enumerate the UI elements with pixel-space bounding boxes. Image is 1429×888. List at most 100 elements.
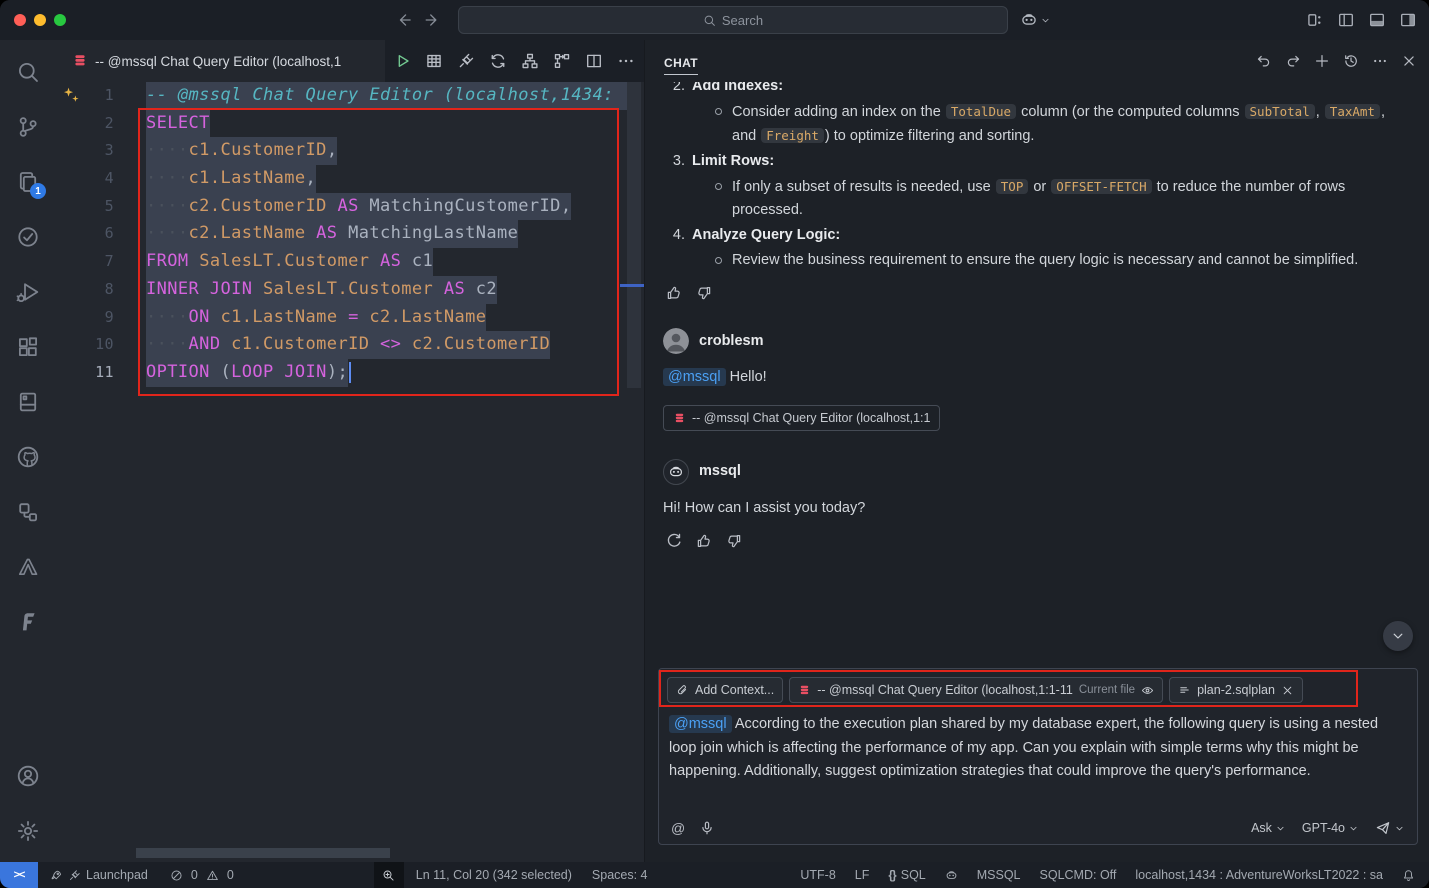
estimated-plan-button[interactable] [521,52,539,70]
chat-input-box[interactable]: Add Context...-- @mssql Chat Query Edito… [658,668,1418,845]
list-item: 2.Add Indexes: [663,82,1407,98]
code-editor[interactable]: 1-- @mssql Chat Query Editor (localhost,… [56,82,645,387]
eol[interactable]: LF [855,868,870,882]
encoding[interactable]: UTF-8 [800,868,835,882]
mssql-status[interactable]: MSSQL [977,868,1021,882]
activity-item-source-control[interactable] [4,103,52,151]
send-button[interactable] [1375,820,1405,836]
maximize-window-button[interactable] [54,14,66,26]
remote-indicator[interactable]: >< [0,862,38,888]
helpful-button[interactable] [695,532,713,550]
current-file-context-chip[interactable]: -- @mssql Chat Query Editor (localhost,1… [789,677,1163,703]
activity-item-settings[interactable] [4,807,52,855]
activity-item-data-workspace[interactable] [4,488,52,536]
editor-tab[interactable]: -- @mssql Chat Query Editor (localhost,1 [56,40,385,82]
data-workspace-icon [16,500,40,524]
minimize-window-button[interactable] [34,14,46,26]
launchpad[interactable]: Launchpad [50,868,148,882]
mssql-status-label: MSSQL [977,868,1021,882]
bot-name: mssql [699,460,741,483]
helpful-button[interactable] [665,284,683,302]
command-center-search[interactable]: Search [458,6,1008,34]
activity-item-files[interactable]: 1 [4,158,52,206]
sqlplan-context-chip[interactable]: plan-2.sqlplan [1169,677,1303,703]
editor-horizontal-scrollbar[interactable] [136,848,390,858]
language-mode[interactable]: {}SQL [888,868,925,882]
history-button[interactable] [1343,53,1359,69]
chat-message-list[interactable]: 2.Add Indexes:Consider adding an index o… [645,82,1429,660]
send-icon [1375,820,1391,836]
disconnect-button[interactable] [457,52,475,70]
line-number: 2 [56,110,140,138]
zoom-in-icon [382,869,395,882]
new-chat-button[interactable] [1314,53,1330,69]
more-button[interactable] [1372,53,1388,69]
forward-button[interactable] [424,11,442,29]
database-projects-icon [16,390,40,414]
customize-layout-button[interactable] [1306,11,1324,29]
eye-icon[interactable] [1141,684,1154,697]
toggle-panel-button[interactable] [1368,11,1386,29]
code-line-7: 7FROM SalesLT.Customer AS c1 [56,248,645,276]
inline-code-chip: OFFSET-FETCH [1051,179,1151,194]
chat-header: CHAT [645,40,1429,82]
activity-item-testing[interactable] [4,213,52,261]
search-placeholder: Search [722,13,763,28]
cursor-position[interactable]: Ln 11, Col 20 (342 selected) [416,868,572,882]
activity-item-github[interactable] [4,433,52,481]
list-item-number: 2. [663,82,685,98]
activity-item-fabric[interactable] [4,598,52,646]
chat-input-text[interactable]: @mssql According to the execution plan s… [659,703,1417,784]
connection[interactable]: localhost,1434 : AdventureWorksLT2022 : … [1135,868,1383,882]
copilot-menu[interactable] [1020,11,1051,29]
add-context-chip[interactable]: Add Context... [667,677,783,703]
zoom-indicator[interactable] [374,862,404,888]
more-actions-button[interactable] [617,52,635,70]
user-name: croblesm [699,330,763,353]
indentation[interactable]: Spaces: 4 [592,868,648,882]
editor-vertical-scrollbar[interactable] [627,82,641,388]
model-picker[interactable]: GPT-4o [1302,821,1359,835]
activity-item-run-debug[interactable] [4,268,52,316]
actual-plan-button[interactable] [553,52,571,70]
back-button[interactable] [396,11,414,29]
activity-item-search[interactable] [4,48,52,96]
inline-code-chip: TotalDue [946,104,1016,119]
code-line-9: 9····ON c1.LastName = c2.LastName [56,304,645,332]
copilot-status[interactable] [945,869,958,882]
sqlcmd[interactable]: SQLCMD: Off [1040,868,1117,882]
activity-item-azure[interactable] [4,543,52,591]
bullet-icon [715,257,722,264]
database-icon [673,412,686,425]
microphone-button[interactable] [699,820,715,836]
unhelpful-button[interactable] [695,284,713,302]
unhelpful-button[interactable] [725,532,743,550]
toggle-secondary-sidebar-button[interactable] [1399,11,1417,29]
message-attachment-chip[interactable]: -- @mssql Chat Query Editor (localhost,1… [663,405,940,431]
problems[interactable]: 00 [170,868,234,882]
redo-button[interactable] [1285,53,1301,69]
split-editor-button[interactable] [585,52,603,70]
notifications[interactable] [1402,869,1415,882]
user-message-header: croblesm [663,328,1407,354]
activity-item-account[interactable] [4,752,52,800]
regenerate-button[interactable] [665,532,683,550]
mode-picker[interactable]: Ask [1251,821,1286,835]
open-results-button[interactable] [425,52,443,70]
close-icon[interactable] [1281,684,1294,697]
run-debug-icon [16,280,40,304]
undo-button[interactable] [1256,53,1272,69]
activity-item-extensions[interactable] [4,323,52,371]
activity-item-database-projects[interactable] [4,378,52,426]
scroll-to-bottom-button[interactable] [1383,621,1413,651]
change-connection-button[interactable] [489,52,507,70]
chat-tab[interactable]: CHAT [664,56,698,75]
sqlcmd-label: SQLCMD: Off [1040,868,1117,882]
inline-code-chip: TaxAmt [1325,104,1380,119]
close-chat-button[interactable] [1401,53,1417,69]
inline-code-chip: SubTotal [1245,104,1315,119]
toggle-primary-sidebar-button[interactable] [1337,11,1355,29]
run-query-button[interactable] [393,52,411,70]
close-window-button[interactable] [14,14,26,26]
search-icon [703,14,716,27]
